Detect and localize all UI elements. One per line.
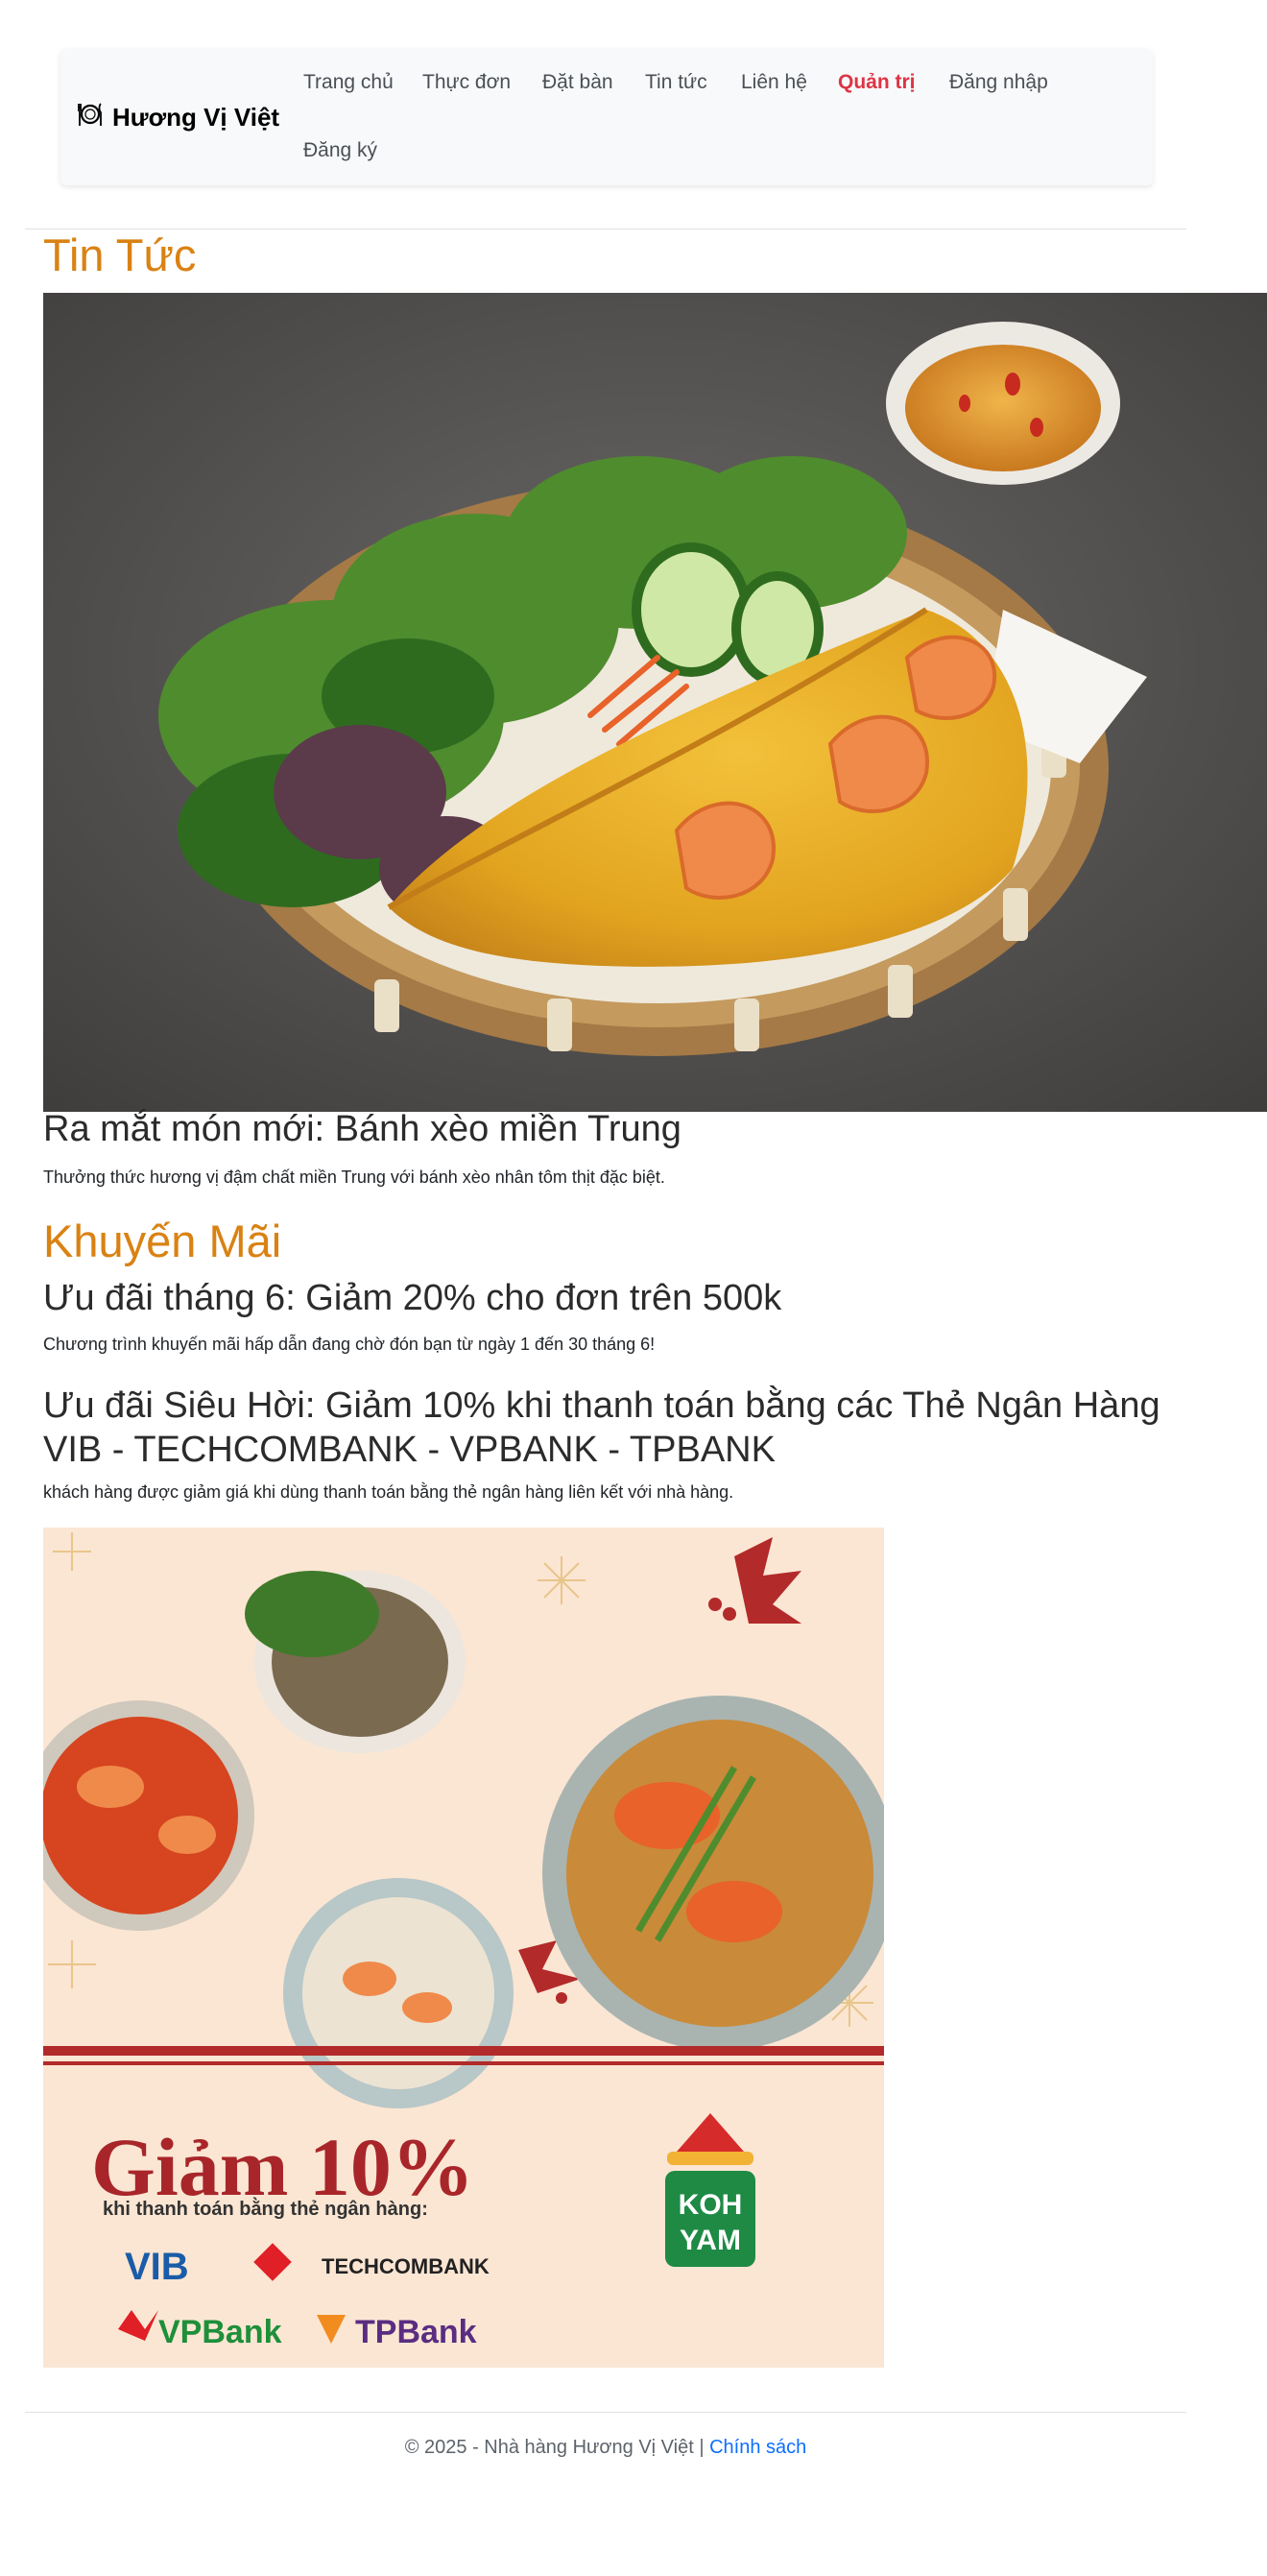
footer-divider [25, 2412, 1186, 2413]
promo-item-text: Chương trình khuyến mãi hấp dẫn đang chờ… [43, 1335, 656, 1354]
news-item-title: Ra mắt món mới: Bánh xèo miền Trung [43, 1109, 681, 1149]
promo-item-title: Ưu đãi Siêu Hời: Giảm 10% khi thanh toán… [43, 1385, 1160, 1470]
footer: © 2025 - Nhà hàng Hương Vị Việt | Chính … [25, 2434, 1186, 2461]
plate-utensils-icon [76, 100, 105, 135]
brand-link[interactable]: Hương Vị Việt [76, 101, 279, 133]
navbar: Hương Vị Việt Trang chủ Thực đơn Đặt bàn… [60, 49, 1153, 185]
promo-item-text: khách hàng được giảm giá khi dùng thanh … [43, 1482, 734, 1502]
promotions-heading: Khuyến Mãi [43, 1216, 282, 1266]
nav-item-dat-ban[interactable]: Đặt bàn [542, 68, 613, 97]
promo-item-title: Ưu đãi tháng 6: Giảm 20% cho đơn trên 50… [43, 1278, 782, 1318]
nav-item-quan-tri[interactable]: Quản trị [838, 68, 916, 97]
policy-link[interactable]: Chính sách [709, 2437, 806, 2458]
bank-techcombank: TECHCOMBANK [322, 2254, 490, 2278]
nav-item-trang-chu[interactable]: Trang chủ [303, 68, 394, 97]
nav-item-thuc-don[interactable]: Thực đơn [422, 68, 511, 97]
nav-item-dang-nhap[interactable]: Đăng nhập [949, 68, 1048, 97]
bank-tpbank: TPBank [355, 2314, 477, 2350]
brand-name: Hương Vị Việt [112, 102, 280, 132]
bank-vib: VIB [125, 2246, 189, 2288]
banner-subline: khi thanh toán bằng thẻ ngân hàng: [103, 2197, 428, 2220]
nav-item-lien-he[interactable]: Liên hệ [741, 68, 807, 97]
nav-item-tin-tuc[interactable]: Tin tức [645, 68, 707, 97]
koh-yam-logo-line2: YAM [680, 2225, 741, 2256]
news-item-text: Thưởng thức hương vị đậm chất miền Trung… [43, 1168, 665, 1187]
bank-vpbank: VPBank [158, 2314, 282, 2350]
news-heading: Tin Tức [43, 229, 197, 280]
footer-copyright: © 2025 - Nhà hàng Hương Vị Việt | [404, 2437, 705, 2458]
nav-item-dang-ky[interactable]: Đăng ký [303, 136, 377, 165]
bank-promo-banner: Giảm 10% khi thanh toán bằng thẻ ngân hà… [43, 1528, 884, 2368]
koh-yam-logo-line1: KOH [679, 2189, 743, 2221]
banh-xeo-image [43, 293, 1267, 1112]
